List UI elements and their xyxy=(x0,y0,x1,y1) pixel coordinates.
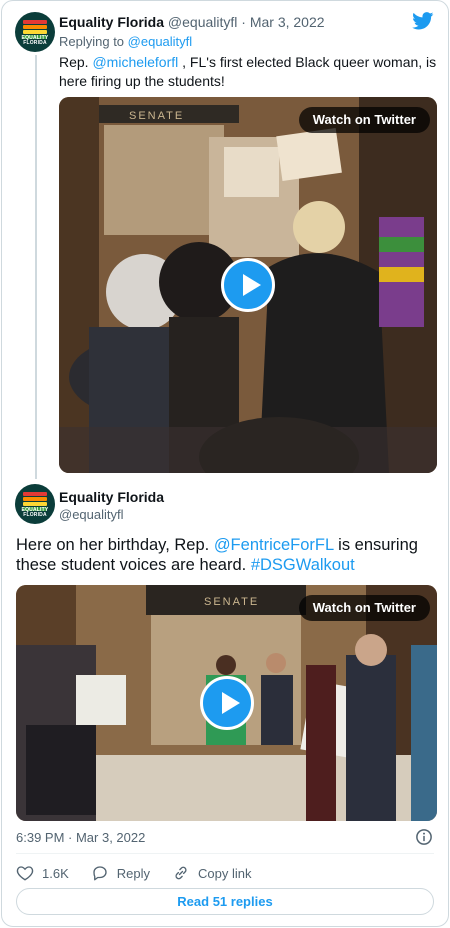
header-separator: · xyxy=(241,14,246,30)
parent-text-prefix: Rep. xyxy=(59,54,93,70)
info-icon[interactable] xyxy=(415,828,433,846)
replying-to-handle[interactable]: @equalityfl xyxy=(128,34,193,49)
tweet-embed-card: EQUALITY FLORIDA Equality Florida @equal… xyxy=(1,0,449,927)
action-bar: 1.6K Reply Copy link xyxy=(16,863,273,883)
parent-video-thumbnail[interactable]: SENATE Watch on Twitter xyxy=(59,97,437,473)
twitter-bird-icon[interactable] xyxy=(412,12,434,30)
link-icon xyxy=(175,866,187,880)
parent-author-avatar[interactable]: EQUALITY FLORIDA xyxy=(15,12,55,52)
watch-on-twitter-button[interactable]: Watch on Twitter xyxy=(298,595,430,621)
avatar-logo-text: EQUALITY FLORIDA xyxy=(21,35,49,46)
thread-connector-line xyxy=(35,55,37,479)
main-video-thumbnail[interactable]: SENATE Watch on Twitter xyxy=(16,585,437,821)
parent-tweet-text: Rep. @micheleforfl , FL's first elected … xyxy=(59,53,439,91)
like-count: 1.6K xyxy=(42,865,69,881)
replying-to-label: Replying to xyxy=(59,34,128,49)
tweet-timestamp[interactable]: 6:39 PM · Mar 3, 2022 xyxy=(16,830,145,845)
main-tweet-text: Here on her birthday, Rep. @FentriceForF… xyxy=(16,535,436,575)
senate-sign-text: SENATE xyxy=(129,110,184,122)
main-text-part1: Here on her birthday, Rep. xyxy=(16,536,214,554)
reply-button[interactable]: Reply xyxy=(91,864,150,882)
mention-link[interactable]: @FentriceForFL xyxy=(214,536,334,554)
senate-sign-text: SENATE xyxy=(204,596,259,608)
main-author-name[interactable]: Equality Florida xyxy=(59,489,164,505)
copy-link-button[interactable]: Copy link xyxy=(172,864,251,882)
heart-icon xyxy=(16,866,34,881)
like-button[interactable]: 1.6K xyxy=(16,864,69,882)
hashtag-link[interactable]: #DSGWalkout xyxy=(251,556,355,574)
divider xyxy=(16,853,434,854)
play-icon[interactable] xyxy=(221,258,275,312)
parent-tweet-date[interactable]: Mar 3, 2022 xyxy=(250,14,325,30)
mention-link[interactable]: @micheleforfl xyxy=(92,54,178,70)
parent-tweet-header: Equality Florida @equalityfl · Mar 3, 20… xyxy=(59,14,325,30)
read-replies-button[interactable]: Read 51 replies xyxy=(16,888,434,915)
parent-author-handle[interactable]: @equalityfl xyxy=(168,14,237,30)
parent-author-name[interactable]: Equality Florida xyxy=(59,14,164,30)
main-author-handle[interactable]: @equalityfl xyxy=(59,507,124,522)
copy-link-label: Copy link xyxy=(198,865,252,881)
watch-on-twitter-button[interactable]: Watch on Twitter xyxy=(298,107,430,133)
replying-to-line: Replying to @equalityfl xyxy=(59,34,192,49)
play-icon[interactable] xyxy=(200,676,254,730)
reply-label: Reply xyxy=(116,865,150,881)
main-author-avatar[interactable]: EQUALITY FLORIDA xyxy=(15,484,55,524)
avatar-logo-text: EQUALITY FLORIDA xyxy=(21,507,49,518)
reply-bubble-icon xyxy=(93,866,107,881)
